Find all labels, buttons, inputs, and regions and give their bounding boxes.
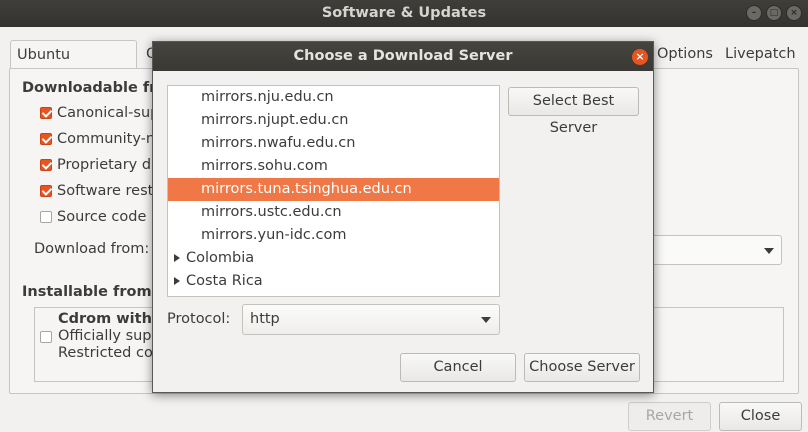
server-label: mirrors.tuna.tsinghua.edu.cn xyxy=(201,181,412,197)
checkbox-unchecked-icon[interactable] xyxy=(40,211,52,223)
minimize-button[interactable]: – xyxy=(746,5,762,21)
checkbox-label: Software restr xyxy=(57,183,160,199)
cancel-button[interactable]: Cancel xyxy=(400,353,516,382)
cdrom-checkbox[interactable] xyxy=(40,331,52,343)
server-item[interactable]: mirrors.nju.edu.cn xyxy=(168,86,499,109)
window-titlebar: Software & Updates xyxy=(0,0,808,27)
cdrom-line2: Restricted cop xyxy=(58,345,163,361)
checkbox-checked-icon[interactable] xyxy=(40,185,52,197)
protocol-value: http xyxy=(250,311,280,327)
country-label: Costa Rica xyxy=(186,273,263,289)
server-label: mirrors.ustc.edu.cn xyxy=(201,204,342,220)
tab-ubuntu-software[interactable]: Ubuntu Software xyxy=(10,40,137,91)
downloadable-section-title: Downloadable fro xyxy=(22,80,167,96)
checkbox-label: Proprietary dr xyxy=(57,157,158,173)
server-item-selected[interactable]: mirrors.tuna.tsinghua.edu.cn xyxy=(168,178,499,201)
tab-label: Options xyxy=(657,46,713,62)
dialog-titlebar: Choose a Download Server xyxy=(153,42,653,71)
choose-server-dialog: Choose a Download Server × mirrors.nju.e… xyxy=(152,41,654,393)
protocol-select[interactable]: http xyxy=(242,304,500,335)
revert-button[interactable]: Revert xyxy=(628,402,711,431)
server-item[interactable]: mirrors.nwafu.edu.cn xyxy=(168,132,499,155)
server-list[interactable]: mirrors.nju.edu.cn mirrors.njupt.edu.cn … xyxy=(167,85,500,297)
server-label: mirrors.yun-idc.com xyxy=(201,227,347,243)
dialog-close-button[interactable]: × xyxy=(632,49,648,65)
minimize-icon: – xyxy=(751,8,757,18)
download-from-combo[interactable] xyxy=(654,235,782,265)
server-item[interactable]: mirrors.ustc.edu.cn xyxy=(168,201,499,224)
maximize-button[interactable]: □ xyxy=(766,5,782,21)
dialog-title: Choose a Download Server xyxy=(293,48,513,64)
tab-label: Livepatch xyxy=(725,46,796,62)
maximize-icon: □ xyxy=(769,8,779,18)
checkbox-label: Source code xyxy=(57,209,147,225)
close-icon: × xyxy=(635,50,645,63)
server-item[interactable]: mirrors.yun-idc.com xyxy=(168,224,499,247)
expander-right-icon[interactable] xyxy=(174,254,180,262)
server-label: mirrors.njupt.edu.cn xyxy=(201,112,349,128)
server-item[interactable]: mirrors.njupt.edu.cn xyxy=(168,109,499,132)
tab-options[interactable]: Options xyxy=(651,40,719,68)
protocol-label: Protocol: xyxy=(167,311,231,327)
server-label: mirrors.nju.edu.cn xyxy=(201,89,334,105)
download-from-label: Download from: xyxy=(34,241,150,257)
close-button[interactable]: Close xyxy=(719,402,802,431)
server-label: mirrors.nwafu.edu.cn xyxy=(201,135,356,151)
expander-right-icon[interactable] xyxy=(174,277,180,285)
close-window-button[interactable]: × xyxy=(786,5,802,21)
country-item[interactable]: Costa Rica xyxy=(168,270,499,293)
checkbox-checked-icon[interactable] xyxy=(40,133,52,145)
chevron-down-icon xyxy=(481,317,491,323)
installable-section-title: Installable from C xyxy=(22,284,168,300)
choose-server-button[interactable]: Choose Server xyxy=(524,353,640,382)
checkbox-checked-icon[interactable] xyxy=(40,107,52,119)
window-title: Software & Updates xyxy=(321,5,487,21)
chevron-down-icon xyxy=(764,248,774,254)
country-label: Colombia xyxy=(186,250,255,266)
checkbox-checked-icon[interactable] xyxy=(40,159,52,171)
tab-livepatch[interactable]: Livepatch xyxy=(719,40,802,68)
cdrom-line1: Officially supp xyxy=(58,328,161,344)
country-item[interactable]: Colombia xyxy=(168,247,499,270)
close-icon: × xyxy=(790,8,798,18)
server-label: mirrors.sohu.com xyxy=(201,158,328,174)
server-item[interactable]: mirrors.sohu.com xyxy=(168,155,499,178)
select-best-server-button[interactable]: Select Best Server xyxy=(508,87,639,136)
